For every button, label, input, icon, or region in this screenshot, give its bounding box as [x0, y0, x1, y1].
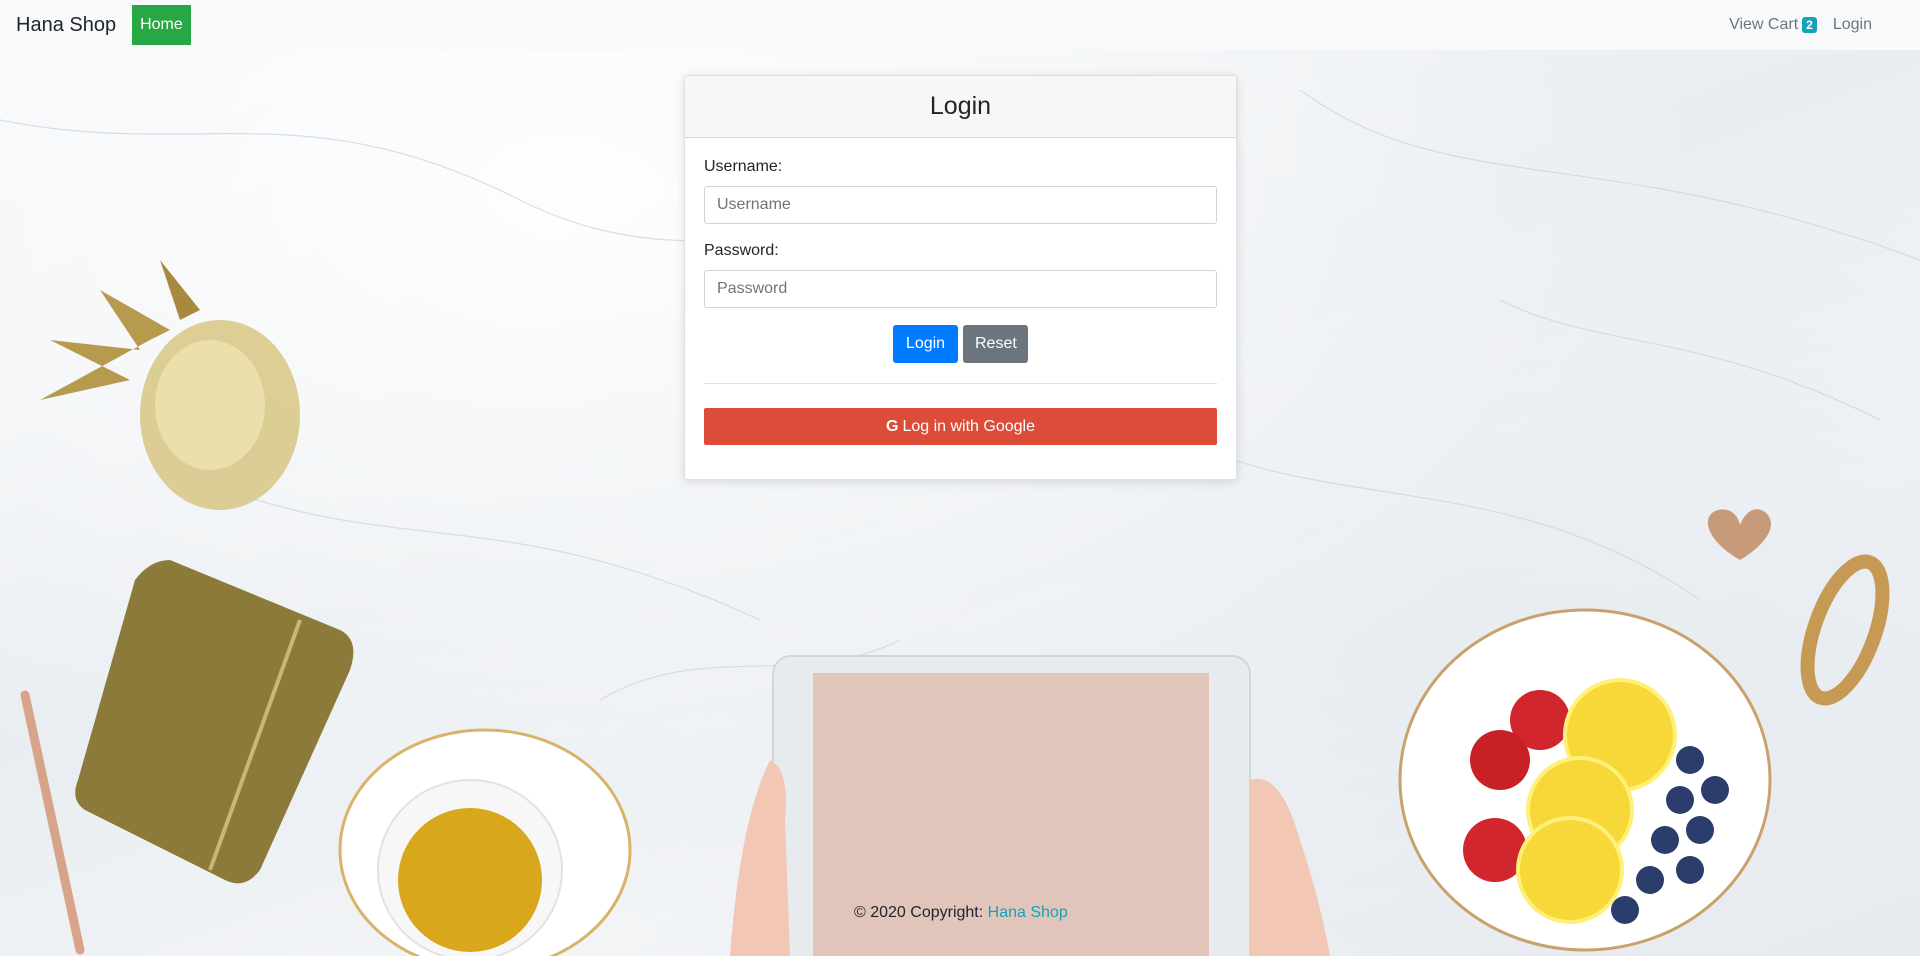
username-label: Username: [704, 158, 783, 175]
cart-count-badge: 2 [1802, 17, 1817, 33]
footer: © 2020 Copyright: Hana Shop [854, 904, 1068, 922]
login-title: Login [929, 92, 992, 120]
password-group: Password: [704, 242, 1217, 308]
divider [704, 383, 1217, 384]
pineapple-decor [40, 260, 300, 510]
gold-zero-decor [1800, 554, 1890, 706]
password-input[interactable] [704, 270, 1217, 308]
password-label: Password: [704, 242, 779, 259]
view-cart-link[interactable]: View Cart 2 [1729, 16, 1817, 34]
google-login-button[interactable]: G Log in with Google [704, 408, 1217, 445]
login-button[interactable]: Login [893, 325, 958, 363]
footer-link[interactable]: Hana Shop [988, 904, 1068, 921]
navbar: Hana Shop Home View Cart 2 Login [0, 0, 1920, 50]
login-card: Login Username: Password: Login Reset G … [684, 75, 1237, 480]
form-buttons: Login Reset [704, 325, 1217, 363]
login-card-header: Login [685, 76, 1236, 138]
home-button[interactable]: Home [132, 5, 191, 45]
login-card-body: Username: Password: Login Reset G Log in… [685, 138, 1236, 445]
username-input[interactable] [704, 186, 1217, 224]
google-login-label: Log in with Google [902, 417, 1035, 435]
notebook-decor [75, 560, 354, 884]
teacup-decor [338, 728, 632, 956]
fruit-plate-decor [1398, 608, 1772, 952]
footer-copyright: © 2020 Copyright: [854, 904, 984, 921]
login-link[interactable]: Login [1833, 16, 1872, 34]
username-group: Username: [704, 158, 1217, 224]
reset-button[interactable]: Reset [963, 325, 1028, 363]
view-cart-label: View Cart [1729, 16, 1799, 33]
nav-right: View Cart 2 Login [1713, 0, 1872, 50]
brand-logo[interactable]: Hana Shop [16, 14, 116, 37]
heart-decor [1707, 509, 1771, 560]
google-icon: G [886, 417, 899, 435]
